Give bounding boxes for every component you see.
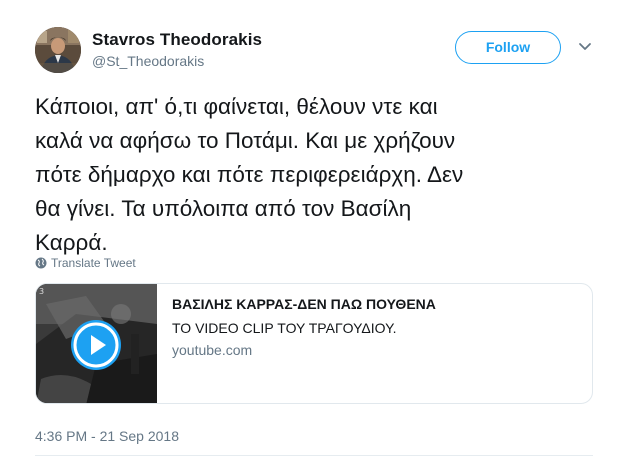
play-icon[interactable] xyxy=(70,319,122,371)
divider xyxy=(35,455,593,456)
chevron-down-icon[interactable] xyxy=(578,42,592,52)
tweet: Stavros Theodorakis @St_Theodorakis Foll… xyxy=(0,0,630,460)
card-domain: youtube.com xyxy=(172,342,253,358)
globe-icon xyxy=(35,257,47,269)
tweet-timestamp[interactable]: 4:36 PM - 21 Sep 2018 xyxy=(35,428,179,444)
card-title: ΒΑΣΙΛΗΣ ΚΑΡΡΑΣ-ΔΕΝ ΠΑΩ ΠΟΥΘΕΝΑ xyxy=(172,296,436,312)
link-card[interactable]: 3 ΒΑΣΙΛΗΣ ΚΑΡΡΑΣ-ΔΕΝ ΠΑΩ ΠΟΥΘΕΝΑ ΤΟ VIDE… xyxy=(35,283,593,404)
follow-button[interactable]: Follow xyxy=(455,31,561,64)
translate-label: Translate Tweet xyxy=(51,256,136,270)
translate-tweet-link[interactable]: Translate Tweet xyxy=(35,256,136,270)
tweet-text-line: πότε δήμαρχο και πότε περιφερειάρχη. Δεν xyxy=(35,162,464,187)
avatar[interactable] xyxy=(35,27,81,73)
tweet-text-line: Καρρά. xyxy=(35,230,108,255)
tweet-text-line: Κάποιοι, απ' ό,τι φαίνεται, θέλουν ντε κ… xyxy=(35,94,438,119)
user-handle[interactable]: @St_Theodorakis xyxy=(92,53,204,69)
tweet-text-line: θα γίνει. Τα υπόλοιπα από τον Βασίλη xyxy=(35,196,412,221)
user-name[interactable]: Stavros Theodorakis xyxy=(92,30,262,50)
tweet-text-line: καλά να αφήσω το Ποτάμι. Και με χρήζουν xyxy=(35,128,456,153)
card-description: ΤΟ VIDEO CLIP ΤΟΥ ΤΡΑΓΟΥΔΙΟΥ. xyxy=(172,320,397,336)
thumbnail-number: 3 xyxy=(39,287,45,296)
video-thumbnail[interactable]: 3 xyxy=(36,284,157,403)
tweet-text: Κάποιοι, απ' ό,τι φαίνεται, θέλουν ντε κ… xyxy=(35,90,605,260)
